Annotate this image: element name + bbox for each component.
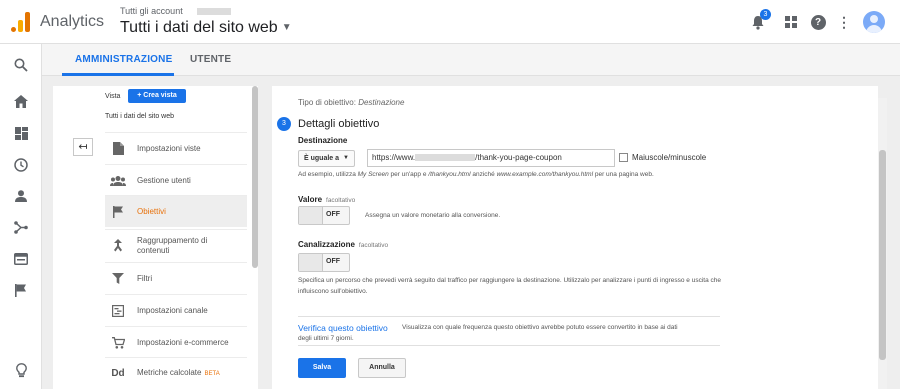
nav-item-label: Gestione utenti — [137, 175, 191, 185]
funnel-label: Canalizzazione facoltativo — [298, 240, 389, 249]
back-arrow-icon: ↤ — [78, 141, 88, 153]
nav-item-obiettivi[interactable]: Obiettivi — [105, 195, 247, 227]
realtime-clock-icon[interactable] — [11, 155, 31, 175]
step-number-badge: 3 — [277, 117, 291, 131]
funnel-description: Specifica un percorso che prevedi verrà … — [298, 277, 721, 295]
nav-item-gestione-utenti[interactable]: Gestione utenti — [105, 164, 247, 196]
breadcrumb-account[interactable]: Tutti gli account — [120, 6, 231, 16]
nav-item-filtri[interactable]: Filtri — [105, 262, 247, 294]
verify-description-cont: degli ultimi 7 giorni. — [298, 335, 354, 342]
analytics-logo-icon[interactable] — [11, 12, 31, 32]
notification-count-badge: 3 — [760, 9, 771, 20]
breadcrumb-view-selector[interactable]: Tutti i dati del sito web ▼ — [120, 19, 292, 37]
value-toggle[interactable]: OFF — [298, 206, 350, 225]
goals-flag-icon — [109, 203, 127, 221]
nav-item-label: Filtri — [137, 273, 153, 283]
redacted-domain — [415, 154, 476, 162]
admin-tabs: AMMINISTRAZIONE UTENTE — [42, 44, 900, 76]
match-type-select[interactable]: È uguale a ▼ — [298, 150, 355, 167]
left-rail — [0, 44, 42, 389]
funnel-toggle[interactable]: OFF — [298, 253, 350, 272]
destination-hint: Ad esempio, utilizza My Screen per un'ap… — [298, 171, 654, 178]
scrollbar-thumb[interactable] — [879, 150, 886, 360]
search-icon[interactable] — [11, 55, 31, 75]
panel-scrollbar[interactable] — [878, 98, 887, 389]
tab-amministrazione[interactable]: AMMINISTRAZIONE — [75, 54, 172, 65]
apps-grid-icon[interactable] — [781, 12, 801, 32]
home-icon[interactable] — [11, 91, 31, 111]
insights-lightbulb-icon[interactable] — [11, 360, 31, 380]
nav-item-label: Impostazioni e-commerce — [137, 337, 229, 347]
verify-description: Visualizza con quale frequenza questo ob… — [402, 324, 678, 331]
notifications-bell-icon[interactable]: 3 — [748, 9, 771, 32]
destination-label: Destinazione — [298, 136, 348, 145]
goal-details-title: Dettagli obiettivo — [298, 118, 380, 130]
value-label: Valore facoltativo — [298, 195, 356, 204]
back-arrow-button[interactable]: ↤ — [73, 138, 93, 156]
channel-settings-icon — [109, 302, 127, 320]
shopping-cart-icon — [109, 334, 127, 352]
save-button[interactable]: Salva — [298, 358, 346, 378]
nav-scrollbar[interactable] — [252, 86, 258, 268]
audience-person-icon[interactable] — [11, 186, 31, 206]
redacted-account-name — [196, 8, 231, 16]
cancel-button[interactable]: Annulla — [358, 358, 406, 378]
nav-item-impostazioni-viste[interactable]: Impostazioni viste — [105, 132, 247, 164]
users-group-icon — [109, 172, 127, 190]
nav-item-label: Raggruppamento di contenuti — [137, 235, 208, 255]
caret-down-icon: ▼ — [281, 22, 292, 34]
divider — [298, 316, 720, 317]
calculated-metrics-dd-icon: Dd — [111, 368, 125, 379]
nav-item-label: Impostazioni canale — [137, 305, 208, 315]
view-label: Vista — [105, 93, 121, 100]
nav-item-raggruppamento-contenuti[interactable]: Raggruppamento di contenuti — [105, 229, 247, 261]
conversions-flag-icon[interactable] — [11, 280, 31, 300]
current-view-name: Tutti i dati del sito web — [105, 113, 174, 120]
app-title[interactable]: Analytics — [40, 13, 104, 31]
nav-item-label: Impostazioni viste — [137, 143, 201, 153]
value-description: Assegna un valore monetario alla convers… — [365, 212, 501, 219]
nav-item-impostazioni-ecommerce[interactable]: Impostazioni e-commerce — [105, 326, 247, 358]
create-view-button[interactable]: + Crea vista — [128, 89, 186, 103]
help-icon[interactable]: ? — [808, 12, 828, 32]
customization-dashboard-icon[interactable] — [11, 123, 31, 143]
verify-goal-link[interactable]: Verifica questo obiettivo — [298, 323, 388, 333]
case-sensitive-checkbox[interactable] — [619, 153, 628, 162]
destination-url-input[interactable]: https://www./thank-you-page-coupon — [367, 149, 615, 167]
case-sensitive-label[interactable]: Maiuscole/minuscole — [632, 153, 706, 162]
goal-type-summary: Tipo di obiettivo: Destinazione — [298, 98, 405, 107]
nav-item-label: Metriche calcolate BETA — [137, 368, 220, 377]
nav-item-label: Obiettivi — [137, 206, 166, 216]
nav-item-metriche-calcolate[interactable]: Dd Metriche calcolate BETA — [105, 357, 247, 389]
divider — [298, 345, 720, 346]
user-avatar[interactable] — [863, 11, 885, 33]
beta-badge: BETA — [204, 371, 220, 377]
content-grouping-icon — [109, 237, 127, 255]
more-vert-icon[interactable]: ⋮ — [834, 12, 854, 32]
document-icon — [109, 140, 127, 158]
goal-details-panel — [272, 86, 878, 389]
nav-item-impostazioni-canale[interactable]: Impostazioni canale — [105, 294, 247, 326]
filter-funnel-icon — [109, 270, 127, 288]
tab-utente[interactable]: UTENTE — [190, 54, 231, 65]
top-bar: Analytics Tutti gli account Tutti i dati… — [0, 0, 900, 44]
dropdown-arrow-icon: ▼ — [343, 155, 349, 161]
acquisition-icon[interactable] — [11, 217, 31, 237]
behavior-icon[interactable] — [11, 249, 31, 269]
